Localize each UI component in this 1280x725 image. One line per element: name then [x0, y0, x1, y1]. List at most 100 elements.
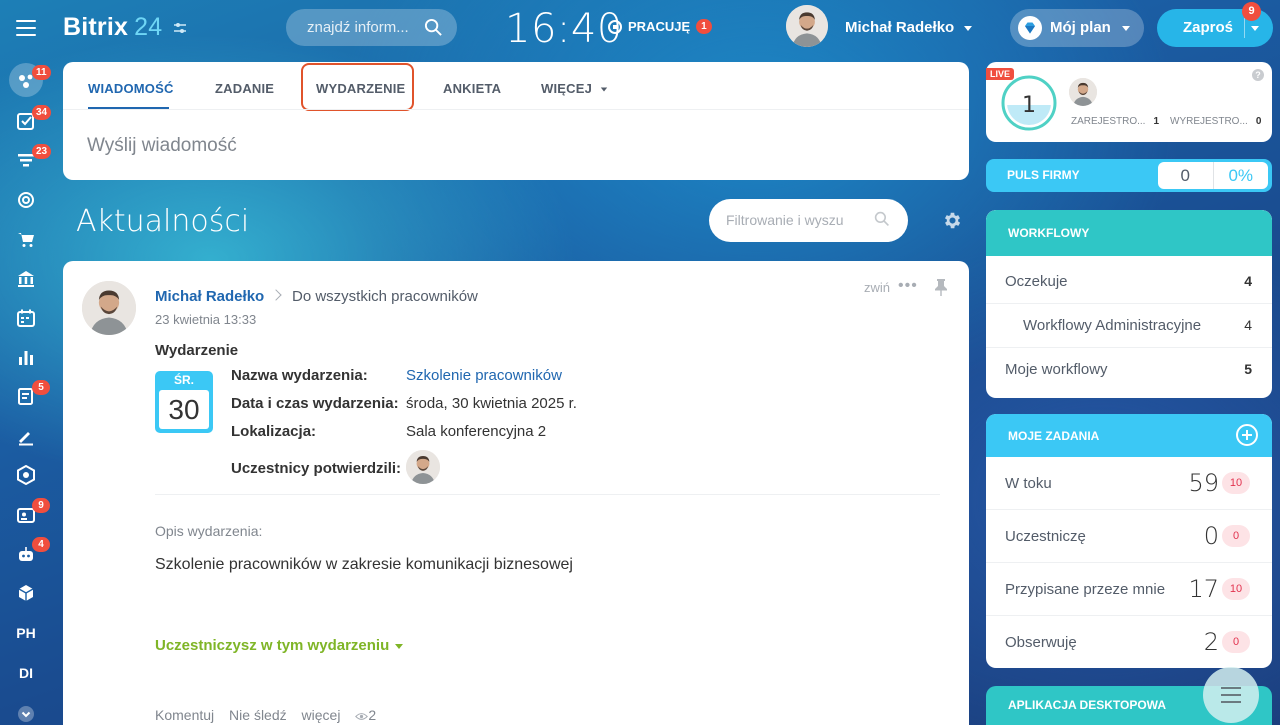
chevron-down-icon[interactable]	[14, 702, 38, 725]
shield-nav-icon[interactable]	[14, 463, 38, 487]
work-status[interactable]: PRACUJĘ 1	[608, 19, 712, 34]
task-row-following[interactable]: Obserwuję 2 0	[986, 616, 1272, 668]
event-location-value: Sala konferencyjna 2	[406, 423, 547, 440]
box-nav-icon[interactable]	[14, 581, 38, 605]
calendar-icon: ŚR. 30	[155, 371, 213, 433]
event-name-link[interactable]: Szkolenie pracowników	[406, 367, 562, 384]
workflows-widget: WORKFLOWY Oczekuje 4 Workflowy Administr…	[986, 210, 1272, 398]
post-composer: WIADOMOŚĆ ZADANIE WYDARZENIE ANKIETA WIĘ…	[63, 62, 969, 180]
tab-event[interactable]: WYDARZENIE	[316, 81, 405, 96]
pulse-percent: 0%	[1212, 162, 1269, 189]
workflow-row-pending[interactable]: Oczekuje 4	[986, 260, 1272, 304]
workflow-row-label: Moje workflowy	[1005, 361, 1108, 378]
comment-link[interactable]: Komentuj	[155, 707, 214, 723]
list-icon-line	[1221, 694, 1241, 696]
task-row-participating[interactable]: Uczestniczę 0 0	[986, 510, 1272, 563]
company-pulse[interactable]: PULS FIRMY 0 0%	[986, 159, 1272, 192]
user-menu[interactable]: Michał Radełko	[845, 19, 973, 36]
tab-more[interactable]: WIĘCEJ	[541, 81, 608, 96]
more-dots-icon[interactable]: •••	[898, 277, 918, 295]
workflows-title[interactable]: WORKFLOWY	[986, 210, 1272, 256]
workflow-row-count: 4	[1244, 317, 1252, 333]
nav-ph-label[interactable]: PH	[0, 625, 52, 641]
collapse-link[interactable]: zwiń	[864, 280, 890, 295]
user-avatar[interactable]	[786, 5, 828, 47]
help-icon[interactable]: ?	[1252, 69, 1264, 81]
author-avatar[interactable]	[82, 281, 136, 335]
add-task-icon[interactable]	[1236, 424, 1258, 446]
search-icon[interactable]	[424, 18, 443, 37]
task-row-counter: 10	[1222, 578, 1250, 600]
task-row-assigned-by-me[interactable]: Przypisane przeze mnie 17 10	[986, 563, 1272, 616]
tab-task[interactable]: ZADANIE	[215, 81, 274, 96]
menu-icon[interactable]	[16, 20, 36, 36]
analytics-nav-icon[interactable]	[14, 345, 38, 369]
search-placeholder: znajdź inform...	[307, 19, 409, 36]
calendar-day: 30	[159, 390, 209, 429]
registered-value: 1	[1153, 116, 1160, 127]
task-row-count: 0	[1203, 522, 1219, 550]
gear-icon[interactable]	[942, 210, 963, 231]
clock: 16:40	[505, 6, 623, 52]
search-icon[interactable]	[874, 211, 890, 227]
my-plan-label: Mój plan	[1050, 19, 1111, 36]
workflow-row-mine[interactable]: Moje workflowy 5	[986, 348, 1272, 392]
event-name-label: Nazwa wydarzenia:	[231, 367, 368, 384]
tab-poll[interactable]: ANKIETA	[443, 81, 501, 96]
event-description: Szkolenie pracowników w zakresie komunik…	[155, 556, 573, 573]
quick-menu-button[interactable]	[1203, 667, 1259, 723]
pulse-label: PULS FIRMY	[1007, 168, 1080, 182]
desktop-app-title: APLIKACJA DESKTOPOWA	[1008, 698, 1167, 712]
tasks-badge: 34	[32, 105, 52, 120]
robot-badge: 4	[32, 537, 50, 552]
bitrix-logo[interactable]: Bitrix 24	[63, 13, 162, 42]
my-tasks-title[interactable]: MOJE ZADANIA	[1008, 429, 1099, 443]
task-row-count: 17	[1188, 575, 1219, 603]
sign-nav-icon[interactable]	[14, 424, 38, 448]
unfollow-link[interactable]: Nie śledź	[229, 707, 287, 723]
attendance-dropdown[interactable]: Uczestniczysz w tym wydarzeniu	[155, 637, 404, 654]
tab-message[interactable]: WIADOMOŚĆ	[88, 81, 174, 96]
diamond-icon	[1018, 16, 1042, 40]
feed-filter-input[interactable]: Filtrowanie i wyszu	[709, 199, 908, 242]
invite-label: Zaproś	[1183, 19, 1234, 36]
logo-number: 24	[134, 13, 163, 41]
nav-di-label[interactable]: DI	[0, 665, 52, 681]
search-input[interactable]: znajdź inform...	[286, 9, 457, 46]
docs-badge: 5	[32, 380, 50, 395]
workflow-row-count: 4	[1244, 273, 1252, 289]
settings-sliders-icon[interactable]	[173, 21, 187, 35]
pin-icon[interactable]	[933, 278, 949, 296]
unregistered-value: 0	[1255, 116, 1262, 127]
workflow-row-admin[interactable]: Workflowy Administracyjne 4	[986, 304, 1272, 348]
participant-avatar[interactable]	[406, 450, 440, 484]
list-icon-line	[1221, 687, 1241, 689]
task-row-counter: 10	[1222, 472, 1250, 494]
event-datetime-label: Data i czas wydarzenia:	[231, 395, 399, 412]
post-destination[interactable]: Do wszystkich pracowników	[292, 288, 478, 305]
message-input[interactable]: Wyślij wiadomość	[87, 135, 237, 157]
views-count: 2	[368, 707, 377, 723]
task-row-count: 2	[1203, 628, 1219, 656]
task-row-counter: 0	[1222, 631, 1250, 653]
live-user-avatar[interactable]	[1069, 78, 1097, 106]
target-nav-icon[interactable]	[14, 188, 38, 212]
bank-nav-icon[interactable]	[14, 267, 38, 291]
workflow-row-label: Oczekuje	[1005, 273, 1068, 290]
post-date[interactable]: 23 kwietnia 13:33	[155, 312, 256, 327]
chevron-down-icon[interactable]	[1251, 26, 1259, 31]
registered-label: ZAREJESTRO...	[1071, 116, 1146, 127]
my-plan-button[interactable]: Mój plan	[1010, 9, 1144, 47]
my-tasks-header: MOJE ZADANIA	[986, 414, 1272, 457]
post-author[interactable]: Michał Radełko	[155, 288, 264, 305]
task-row-label: Przypisane przeze mnie	[1005, 581, 1166, 598]
live-counter-ring[interactable]: 1	[1001, 75, 1057, 131]
task-row-in-progress[interactable]: W toku 59 10	[986, 457, 1272, 510]
workflow-row-count: 5	[1244, 361, 1252, 377]
views-counter[interactable]: 2	[355, 707, 387, 723]
unregistered-label: WYREJESTRO...	[1170, 116, 1248, 127]
cart-nav-icon[interactable]	[14, 227, 38, 251]
calendar-nav-icon[interactable]	[14, 306, 38, 330]
pulse-values: 0 0%	[1158, 162, 1268, 189]
more-link[interactable]: więcej	[302, 707, 341, 723]
